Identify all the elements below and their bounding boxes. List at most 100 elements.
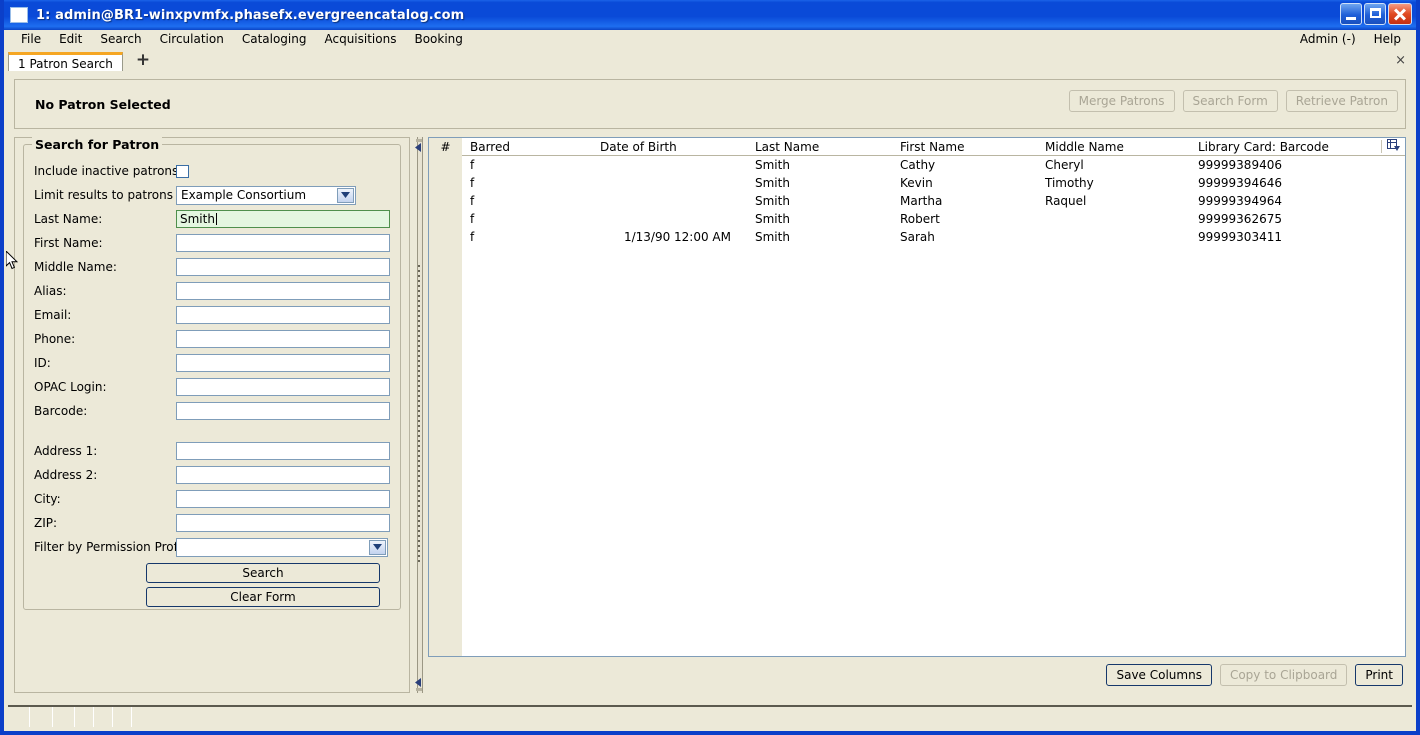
col-header-library-card-barcode[interactable]: Library Card: Barcode — [1190, 138, 1381, 156]
column-picker-icon[interactable] — [1381, 138, 1405, 156]
panel-splitter[interactable] — [410, 137, 428, 693]
row-include-inactive: Include inactive patrons? — [34, 159, 390, 183]
cell-first-name: Robert — [900, 212, 940, 226]
cell-date-of-birth — [592, 156, 747, 175]
status-segment-7 — [132, 707, 1412, 727]
clear-form-button[interactable]: Clear Form — [146, 587, 380, 607]
results-panel: # Barred Date of Birth Last Name First N… — [428, 137, 1406, 693]
cell-middle-name — [1037, 210, 1190, 228]
menu-search[interactable]: Search — [91, 30, 150, 49]
menu-circulation[interactable]: Circulation — [151, 30, 233, 49]
address-1-label: Address 1: — [34, 444, 98, 458]
application-window: 1: admin@BR1-winxpvmfx.phasefx.evergreen… — [0, 0, 1420, 735]
id-label: ID: — [34, 356, 51, 370]
table-row[interactable]: 3 f Smith Martha Raquel 99999394964 — [429, 192, 1405, 210]
merge-patrons-button[interactable]: Merge Patrons — [1068, 90, 1175, 112]
close-button[interactable] — [1388, 3, 1412, 25]
cell-last-name: Smith — [755, 158, 790, 172]
address-1-input[interactable] — [176, 442, 390, 460]
table-row[interactable]: 5 f 1/13/90 12:00 AM Smith Sarah 9999930… — [429, 228, 1405, 246]
search-for-patron-fieldset: Search for Patron Include inactive patro… — [23, 137, 401, 610]
tab-strip: 1 Patron Search + × — [4, 50, 1416, 73]
last-name-value: Smith — [180, 212, 215, 226]
status-segment-4 — [75, 707, 94, 727]
menu-acquisitions[interactable]: Acquisitions — [315, 30, 405, 49]
menu-cataloging[interactable]: Cataloging — [233, 30, 316, 49]
id-input[interactable] — [176, 354, 390, 372]
row-zip: ZIP: — [34, 511, 390, 535]
row-permission-profile: Filter by Permission Profile: — [34, 535, 390, 559]
tab-patron-search[interactable]: 1 Patron Search — [8, 52, 123, 73]
col-header-middle-name[interactable]: Middle Name — [1037, 138, 1190, 156]
menu-admin[interactable]: Admin (-) — [1291, 30, 1365, 49]
phone-input[interactable] — [176, 330, 390, 348]
include-inactive-checkbox[interactable] — [176, 164, 189, 178]
minimize-button[interactable] — [1340, 3, 1362, 25]
close-tab-icon[interactable]: × — [1395, 53, 1406, 68]
cell-last-name: Smith — [755, 176, 790, 190]
limit-results-select[interactable]: Example Consortium — [176, 185, 356, 205]
save-columns-button[interactable]: Save Columns — [1106, 664, 1212, 686]
row-barcode: Barcode: — [34, 399, 390, 423]
row-email: Email: — [34, 303, 390, 327]
results-table: # Barred Date of Birth Last Name First N… — [429, 138, 1405, 246]
results-table-wrapper: # Barred Date of Birth Last Name First N… — [428, 137, 1406, 657]
chevron-down-icon[interactable] — [369, 539, 386, 555]
print-button[interactable]: Print — [1355, 664, 1403, 686]
alias-input[interactable] — [176, 282, 390, 300]
cell-first-name: Kevin — [900, 176, 933, 190]
middle-name-input[interactable] — [176, 258, 390, 276]
copy-to-clipboard-button[interactable]: Copy to Clipboard — [1219, 664, 1348, 686]
splitter-grip[interactable] — [418, 265, 420, 565]
chevron-down-icon[interactable] — [337, 187, 354, 203]
first-name-input[interactable] — [176, 234, 390, 252]
cell-middle-name: Timothy — [1045, 176, 1094, 190]
cell-spacer — [1381, 174, 1405, 192]
new-tab-button[interactable]: + — [132, 51, 154, 71]
cell-middle-name: Raquel — [1045, 194, 1087, 208]
col-header-first-name[interactable]: First Name — [892, 138, 1037, 156]
row-city: City: — [34, 487, 390, 511]
col-header-barred[interactable]: Barred — [462, 138, 592, 156]
form-spacer — [34, 423, 390, 439]
email-input[interactable] — [176, 306, 390, 324]
search-button-row: Search — [34, 563, 390, 583]
table-row[interactable]: 1 f Smith Cathy Cheryl 99999389406 — [429, 155, 1405, 175]
menu-booking[interactable]: Booking — [405, 30, 471, 49]
status-segment-3 — [53, 707, 75, 727]
barcode-label: Barcode: — [34, 404, 88, 418]
city-input[interactable] — [176, 490, 390, 508]
row-middle-name: Middle Name: — [34, 255, 390, 279]
last-name-label: Last Name: — [34, 212, 103, 226]
last-name-input[interactable]: Smith — [176, 210, 390, 228]
table-row[interactable]: 4 f Smith Robert 99999362675 — [429, 210, 1405, 228]
email-label: Email: — [34, 308, 72, 322]
cell-barred: f — [470, 230, 475, 244]
col-header-date-of-birth[interactable]: Date of Birth — [592, 138, 747, 156]
search-form-button[interactable]: Search Form — [1182, 90, 1278, 112]
table-row[interactable]: 2 f Smith Kevin Timothy 99999394646 — [429, 174, 1405, 192]
cell-date-of-birth: 1/13/90 12:00 AM — [623, 230, 731, 244]
menu-edit[interactable]: Edit — [50, 30, 91, 49]
cell-first-name: Cathy — [900, 158, 936, 172]
search-button[interactable]: Search — [146, 563, 380, 583]
cell-middle-name: Cheryl — [1045, 158, 1084, 172]
menu-file[interactable]: File — [12, 30, 50, 49]
permission-profile-select[interactable] — [176, 537, 388, 557]
patron-summary-band: No Patron Selected Merge Patrons Search … — [14, 79, 1406, 129]
menu-help[interactable]: Help — [1365, 30, 1410, 49]
barcode-input[interactable] — [176, 402, 390, 420]
cell-date-of-birth — [592, 210, 747, 228]
col-header-number[interactable]: # — [429, 138, 462, 156]
splitter-collapse-left-icon-bottom[interactable] — [415, 678, 422, 687]
zip-input[interactable] — [176, 514, 390, 532]
cell-barred: f — [470, 158, 475, 172]
maximize-button[interactable] — [1364, 3, 1386, 25]
status-segment-1 — [8, 707, 30, 727]
first-name-label: First Name: — [34, 236, 103, 250]
splitter-collapse-left-icon[interactable] — [415, 143, 422, 152]
opac-login-input[interactable] — [176, 378, 390, 396]
col-header-last-name[interactable]: Last Name — [747, 138, 892, 156]
address-2-input[interactable] — [176, 466, 390, 484]
retrieve-patron-button[interactable]: Retrieve Patron — [1285, 90, 1398, 112]
